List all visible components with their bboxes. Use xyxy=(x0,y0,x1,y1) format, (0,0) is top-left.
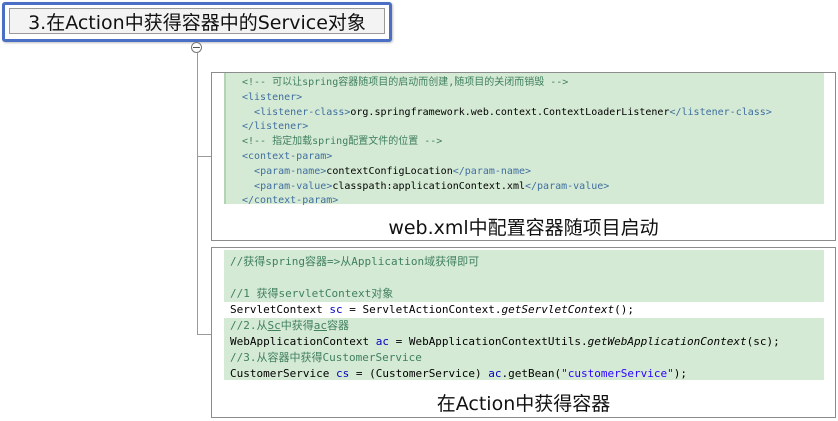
code-tag: </listener-class> xyxy=(669,106,772,118)
code-line: <listener> xyxy=(242,91,303,103)
code-line: CustomerService cs = (CustomerService) a… xyxy=(230,367,687,380)
code-line: //1 获得servletContext对象 xyxy=(230,287,394,300)
connector-to-node-b xyxy=(197,334,211,335)
subtopic-label-web-xml: web.xml中配置容器随项目启动 xyxy=(388,217,659,239)
code-line: //3.从容器中获得CustomerService xyxy=(230,351,422,364)
code-line: WebApplicationContext ac = WebApplicatio… xyxy=(230,335,780,348)
code-value: contextConfigLocation xyxy=(326,165,453,177)
code-tag: <param-value> xyxy=(254,180,333,192)
code-line: <!-- 可以让spring容器随项目的启动而创建,随项目的关闭而销毁 --> xyxy=(242,77,569,88)
code-tag: <param-name> xyxy=(254,165,327,177)
root-topic-label: 3.在Action中获得容器中的Service对象 xyxy=(9,8,385,34)
code-image-web-xml: <!-- 可以让spring容器随项目的启动而创建,随项目的关闭而销毁 --> … xyxy=(224,73,824,207)
root-topic-node[interactable]: 3.在Action中获得容器中的Service对象 xyxy=(2,2,392,42)
code-tag: </param-value> xyxy=(524,180,610,192)
code-line: </context-param> xyxy=(242,195,339,207)
subtopic-node-action[interactable]: //获得spring容器=>从Application域获得即可 //1 获得se… xyxy=(211,247,836,418)
code-line: <!-- 指定加载spring配置文件的位置 --> xyxy=(242,136,443,148)
code-value: classpath:applicationContext.xml xyxy=(332,180,525,192)
code-tag: </param-name> xyxy=(452,165,532,177)
connector-vertical xyxy=(197,53,198,335)
code-line: </listener> xyxy=(242,121,309,133)
code-line-highlighted: ServletContext sc = ServletActionContext… xyxy=(224,302,824,318)
code-line: //获得spring容器=>从Application域获得即可 xyxy=(230,255,480,268)
connector-to-node-a xyxy=(197,156,211,157)
collapse-toggle-icon[interactable]: − xyxy=(191,42,202,53)
code-value: org.springframework.web.context.ContextL… xyxy=(350,106,670,118)
subtopic-label-action: 在Action中获得容器 xyxy=(436,393,611,415)
subtopic-node-web-xml[interactable]: <!-- 可以让spring容器随项目的启动而创建,随项目的关闭而销毁 --> … xyxy=(211,72,836,241)
code-line: <context-param> xyxy=(242,150,333,162)
code-line: //2.从Sc中获得ac容器 xyxy=(230,319,349,332)
code-image-action: //获得spring容器=>从Application域获得即可 //1 获得se… xyxy=(224,250,824,380)
code-tag: <listener-class> xyxy=(254,106,351,118)
